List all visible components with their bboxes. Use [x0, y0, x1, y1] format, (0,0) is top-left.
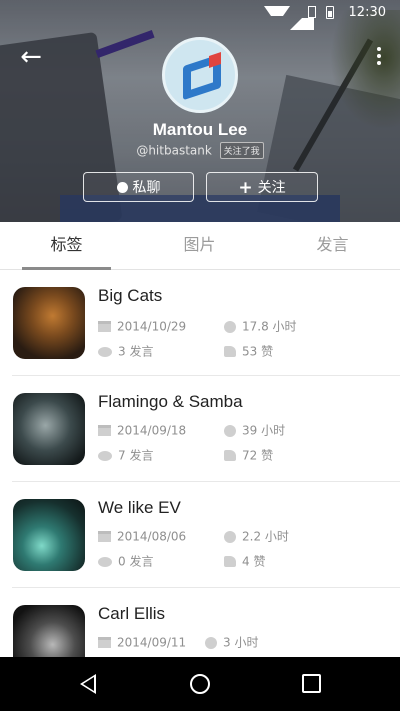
follows-you-badge: 关注了我 [219, 142, 264, 159]
clock-icon [205, 636, 217, 649]
item-title: Big Cats [98, 286, 163, 305]
list-item[interactable]: Carl Ellis 2014/09/11 3 小时 [0, 588, 400, 657]
nav-recents-button[interactable] [302, 674, 321, 693]
profile-name: Mantou Lee [152, 120, 248, 139]
item-likes: 72 赞 [224, 448, 273, 463]
tab-posts[interactable]: 发言 [266, 222, 399, 270]
item-title: Flamingo & Samba [98, 392, 243, 411]
private-chat-button[interactable]: 私聊 [83, 172, 194, 202]
nav-home-button[interactable] [190, 674, 210, 694]
system-nav-bar [0, 657, 400, 711]
clock-icon [224, 530, 236, 543]
wifi-icon [264, 6, 290, 28]
list-item[interactable]: Big Cats 2014/10/29 17.8 小时 3 发言 53 赞 [0, 270, 400, 376]
item-date: 2014/08/06 [98, 529, 186, 544]
item-posts: 3 发言 [98, 344, 153, 359]
arrow-left-icon: ← [20, 42, 42, 72]
item-date: 2014/09/11 [98, 635, 186, 650]
calendar-icon [98, 321, 111, 332]
item-thumbnail [13, 393, 85, 465]
item-title: We like EV [98, 498, 181, 517]
tab-photos[interactable]: 图片 [133, 222, 266, 270]
more-vertical-icon [377, 47, 381, 51]
profile-handle: @hitbastank [136, 143, 212, 158]
profile-tabs: 标签 图片 发言 [0, 222, 400, 270]
item-posts: 7 发言 [98, 448, 153, 463]
tag-list: Big Cats 2014/10/29 17.8 小时 3 发言 53 赞 Fl… [0, 270, 400, 657]
follow-button[interactable]: + 关注 [206, 172, 318, 202]
item-likes: 53 赞 [224, 344, 273, 359]
item-date: 2014/10/29 [98, 319, 186, 334]
back-button[interactable]: ← [14, 42, 48, 72]
calendar-icon [98, 637, 111, 648]
status-time: 12:30 [348, 5, 386, 20]
item-thumbnail [13, 287, 85, 359]
calendar-icon [98, 425, 111, 436]
list-item[interactable]: We like EV 2014/08/06 2.2 小时 0 发言 4 赞 [0, 482, 400, 588]
item-title: Carl Ellis [98, 604, 166, 623]
avatar[interactable] [162, 37, 238, 113]
follow-label: 关注 [257, 180, 286, 196]
item-duration: 17.8 小时 [224, 319, 297, 334]
more-options-button[interactable] [372, 44, 386, 72]
comment-icon [98, 346, 112, 357]
item-posts: 0 发言 [98, 554, 153, 569]
clock-icon [224, 320, 236, 333]
clock-icon [224, 424, 236, 437]
sim-icon [308, 6, 316, 18]
profile-handle-row: @hitbastank 关注了我 [0, 142, 400, 159]
profile-header: 12:30 ← Mantou Lee @hitbastank 关注了我 私聊 +… [0, 0, 400, 222]
calendar-icon [98, 531, 111, 542]
item-likes: 4 赞 [224, 554, 265, 569]
status-bar: 12:30 [0, 0, 400, 30]
comment-icon [98, 556, 112, 567]
plus-icon: + [238, 178, 253, 198]
thumbs-up-icon [224, 556, 236, 567]
tab-tags[interactable]: 标签 [0, 222, 133, 270]
item-thumbnail [13, 605, 85, 657]
private-chat-label: 私聊 [132, 180, 161, 196]
chat-bubble-icon [116, 181, 128, 193]
list-item[interactable]: Flamingo & Samba 2014/09/18 39 小时 7 发言 7… [0, 376, 400, 482]
thumbs-up-icon [224, 450, 236, 461]
item-date: 2014/09/18 [98, 423, 186, 438]
item-thumbnail [13, 499, 85, 571]
comment-icon [98, 450, 112, 461]
item-duration: 2.2 小时 [224, 529, 289, 544]
battery-icon [326, 6, 334, 19]
item-duration: 3 小时 [205, 635, 258, 650]
thumbs-up-icon [224, 346, 236, 357]
nav-back-button[interactable] [80, 674, 96, 694]
item-duration: 39 小时 [224, 423, 285, 438]
